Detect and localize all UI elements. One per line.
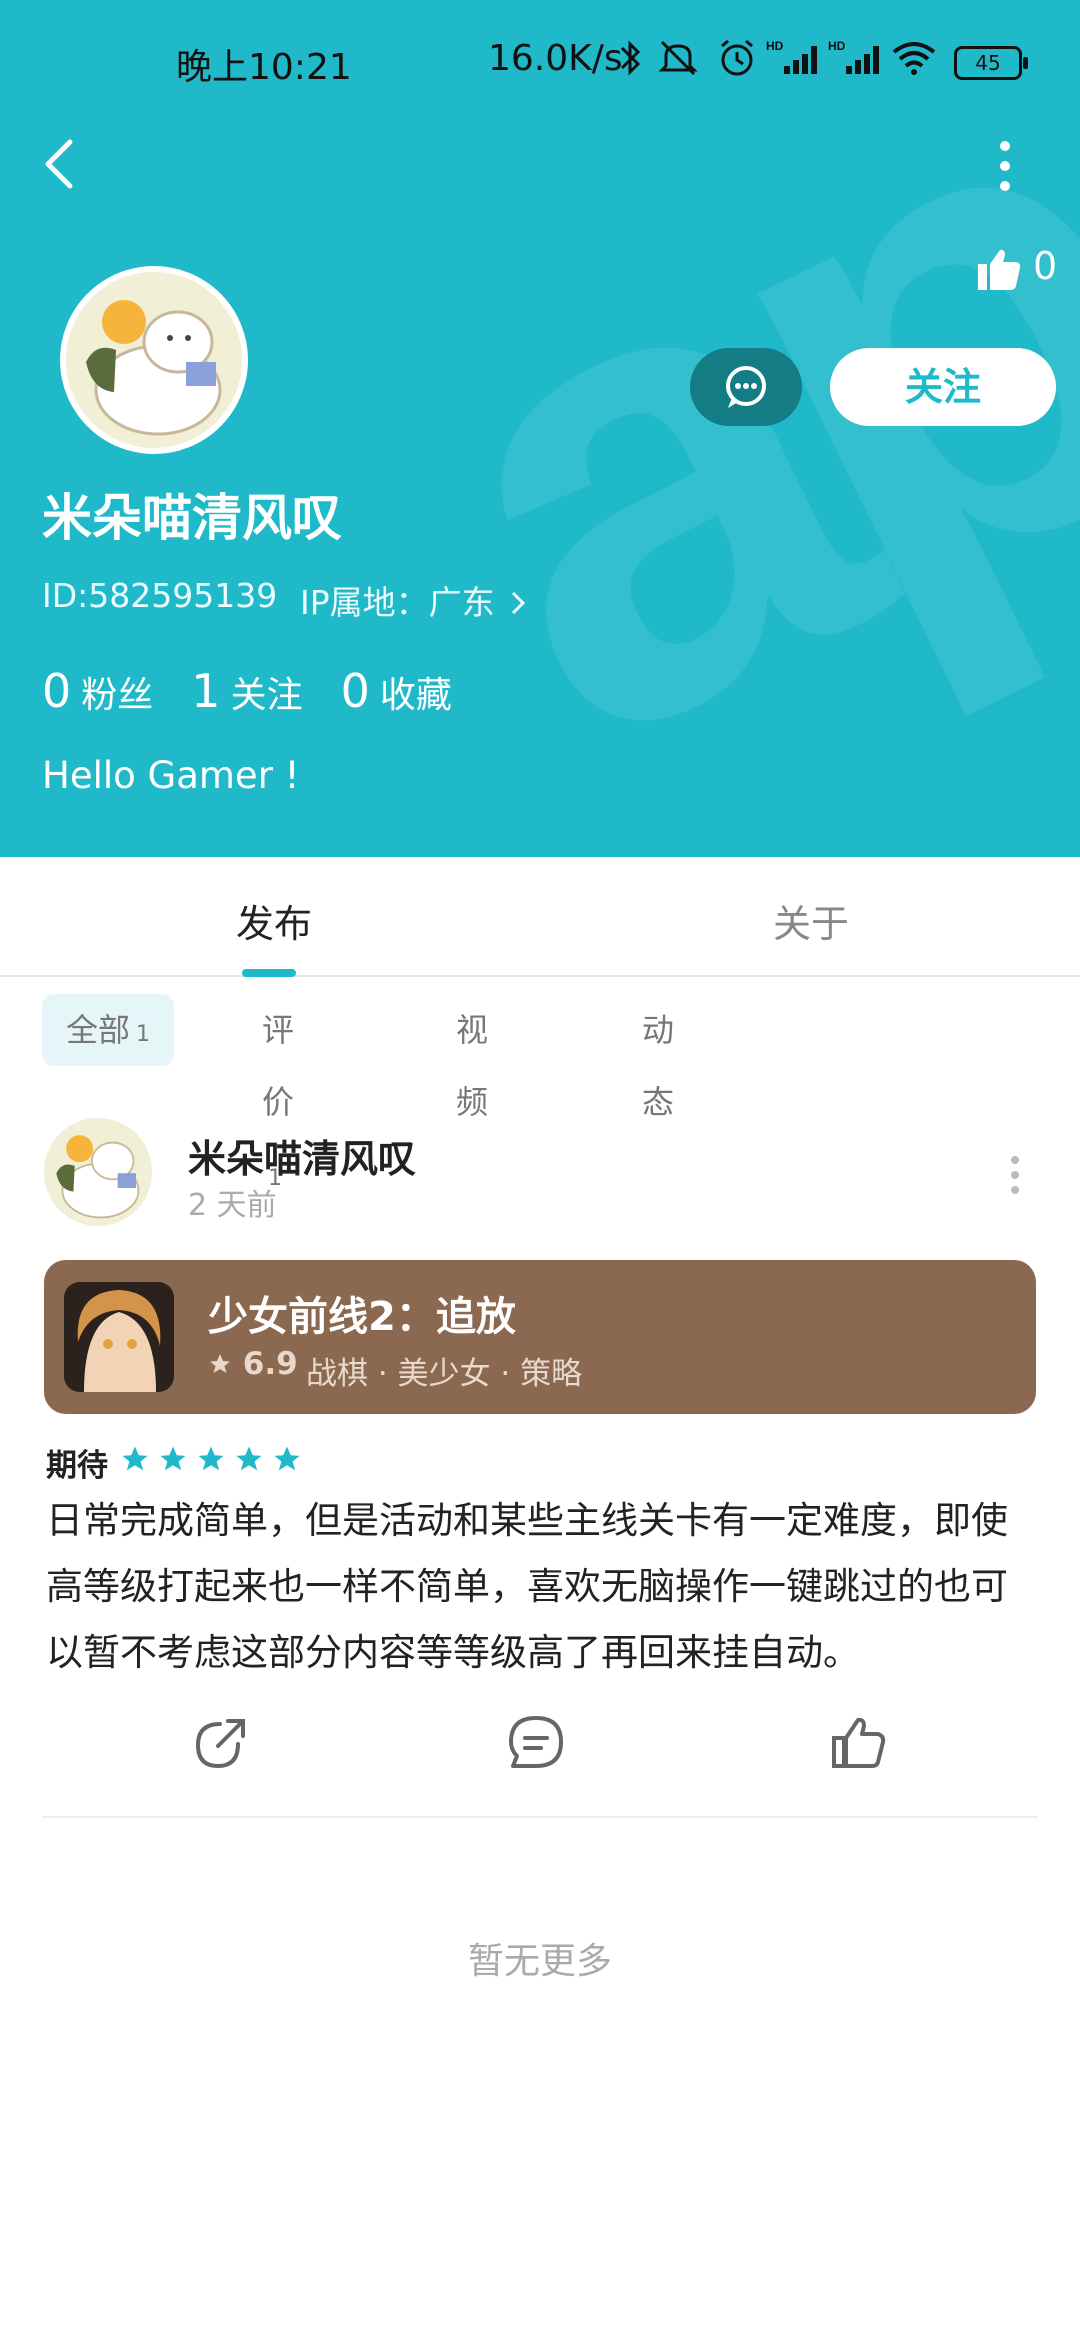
no-more-text: 暂无更多 — [467, 1941, 612, 1982]
post-author-name[interactable]: 米朵喵清风叹 — [188, 1128, 416, 1183]
game-card[interactable]: 少女前线2：追放 6.9 战棋 · 美少女 · 策略 — [44, 1260, 1036, 1414]
ip-location-link[interactable]: IP属地：广东 — [300, 576, 527, 624]
profile-avatar[interactable] — [60, 266, 248, 454]
filter-review-label: 评价 — [262, 1011, 295, 1121]
tab-active-indicator — [242, 969, 296, 977]
content-tabs: 发布 关于 — [0, 857, 1080, 977]
tab-about[interactable]: 关于 — [773, 893, 849, 948]
svg-text:HD: HD — [766, 39, 784, 53]
star-icon — [122, 1446, 148, 1471]
filter-review[interactable]: 评价1 — [262, 994, 294, 1191]
comment-icon[interactable] — [505, 1712, 567, 1774]
tab-publish[interactable]: 发布 — [236, 893, 312, 948]
post-divider — [42, 1816, 1038, 1818]
profile-bio: Hello Gamer ! — [42, 754, 300, 797]
post-timestamp: 2 天前 — [188, 1188, 277, 1223]
filter-video-label: 视频 — [456, 1011, 489, 1121]
wifi-icon — [892, 42, 936, 75]
thumbs-up-icon[interactable] — [976, 246, 1022, 292]
mute-icon — [658, 40, 698, 76]
signal-hd-icon-1: HD — [766, 39, 817, 74]
star-icon — [274, 1446, 300, 1471]
stat-followers-count: 0 — [42, 664, 72, 718]
filter-video[interactable]: 视频 — [456, 994, 488, 1121]
message-button[interactable] — [690, 348, 802, 426]
filter-moments[interactable]: 动态 — [642, 994, 674, 1121]
star-icon — [236, 1446, 262, 1471]
status-net-speed: 16.0K/s — [488, 38, 623, 79]
filter-moments-label: 动态 — [642, 1011, 675, 1121]
star-icon — [198, 1446, 224, 1471]
back-arrow-icon[interactable] — [40, 136, 80, 192]
game-icon — [64, 1282, 174, 1392]
stat-following-count: 1 — [191, 664, 221, 718]
stat-followers-label: 粉丝 — [81, 675, 154, 716]
game-rating: 6.9 — [208, 1346, 298, 1382]
game-title: 少女前线2：追放 — [208, 1294, 516, 1340]
stat-following[interactable]: 1 关注 — [191, 664, 302, 718]
share-icon[interactable] — [190, 1712, 252, 1774]
alarm-icon — [721, 39, 753, 76]
post-more-icon[interactable] — [1008, 1154, 1022, 1196]
post-author-avatar[interactable] — [44, 1118, 152, 1226]
filter-all-count: 1 — [136, 1022, 150, 1047]
follow-button[interactable]: 关注 — [830, 348, 1056, 426]
game-rating-value: 6.9 — [242, 1346, 298, 1382]
chat-bubble-icon — [726, 366, 766, 408]
profile-id: ID:582595139 — [42, 576, 278, 615]
status-bar: 晚上10:21 16.0K/s HD HD 45 — [0, 0, 1080, 120]
star-icon — [160, 1446, 186, 1471]
svg-text:HD: HD — [828, 39, 846, 53]
stat-favorites-label: 收藏 — [379, 675, 452, 716]
status-time: 晚上10:21 — [176, 47, 352, 88]
ip-location-text: IP属地：广东 — [300, 583, 495, 622]
likes-count: 0 — [1033, 244, 1058, 288]
game-tags: 战棋 · 美少女 · 策略 — [306, 1356, 583, 1392]
battery-indicator: 45 — [954, 46, 1028, 80]
expect-label: 期待 — [46, 1448, 108, 1484]
review-text[interactable]: 日常完成简单，但是活动和某些主线关卡有一定难度，即使高等级打起来也一样不简单，喜… — [46, 1488, 1036, 1686]
bluetooth-icon — [620, 40, 641, 76]
rating-stars — [120, 1444, 302, 1474]
chevron-right-icon — [512, 591, 526, 615]
signal-hd-icon-2: HD — [828, 39, 879, 74]
post-actions — [0, 1712, 1080, 1782]
more-options-icon[interactable] — [990, 138, 1020, 194]
profile-stats: 0 粉丝 1 关注 0 收藏 — [42, 664, 452, 718]
stat-following-label: 关注 — [230, 675, 303, 716]
stat-followers[interactable]: 0 粉丝 — [42, 664, 153, 718]
stat-favorites[interactable]: 0 收藏 — [341, 664, 452, 718]
profile-header: ap 晚上10:21 16.0K/s HD HD 45 0 关注 米朵喵清风叹 … — [0, 0, 1080, 857]
profile-username: 米朵喵清风叹 — [42, 489, 342, 547]
stat-favorites-count: 0 — [340, 664, 370, 718]
like-icon[interactable] — [828, 1712, 890, 1774]
filter-all-label: 全部 — [65, 1011, 130, 1049]
rating-star-icon — [210, 1354, 230, 1373]
filter-all[interactable]: 全部 1 — [42, 994, 174, 1066]
